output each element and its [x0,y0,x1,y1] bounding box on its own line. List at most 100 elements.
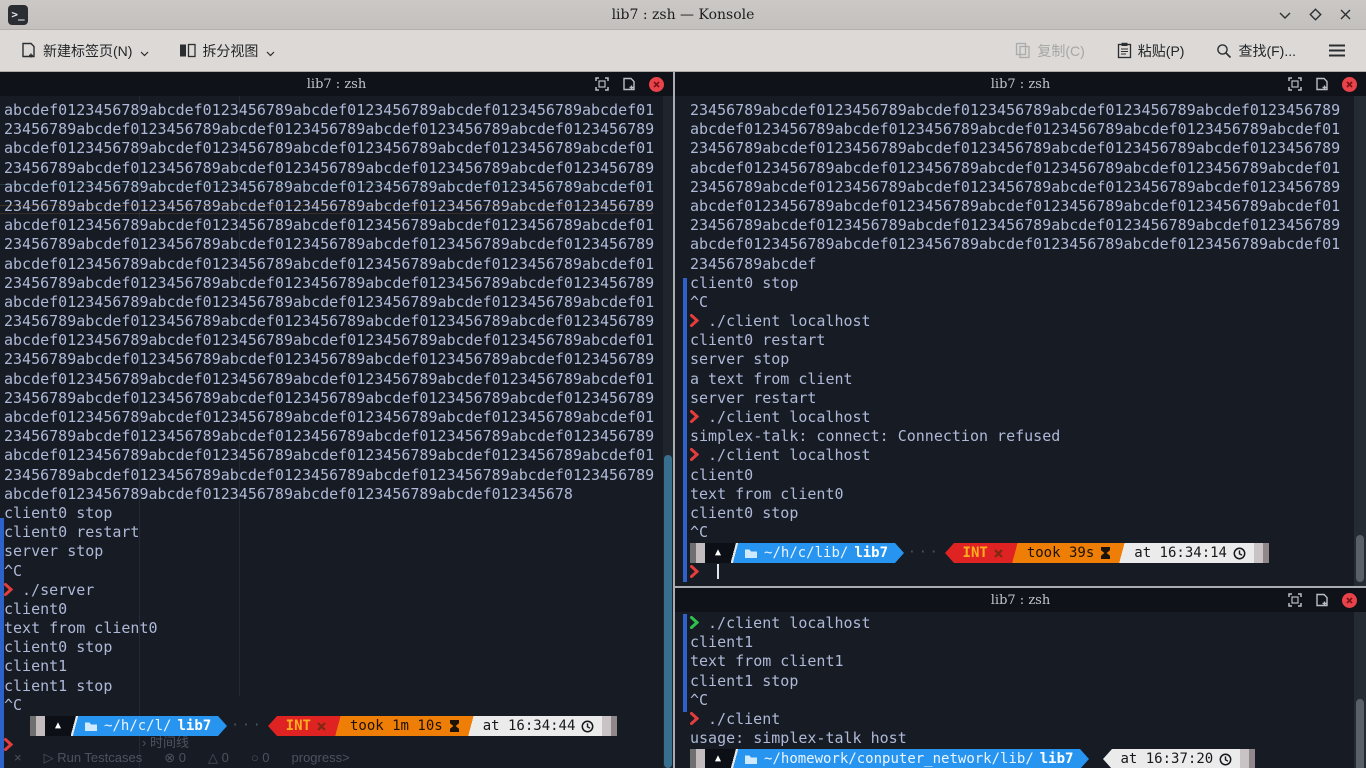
powerline-block [1249,749,1255,768]
find-button[interactable]: 查找(F)... [1208,35,1304,67]
powerline-user-indicator: ▲ [705,543,731,563]
close-button[interactable] [1336,6,1354,24]
powerline-user-indicator: ▲ [45,716,71,736]
terminal-line: 23456789abcdef0123456789abcdef0123456789… [4,274,673,293]
terminal-pane-left[interactable]: lib7 : zsh abcdef0123456789abcdef0123456… [0,72,673,768]
copy-button[interactable]: 复制(C) [1007,35,1092,67]
powerline-time-segment: at 16:34:44 [475,716,603,736]
new-tab-button[interactable]: 新建标签页(N) [12,35,157,67]
clock-icon [1233,547,1246,560]
powerline-block [602,716,611,736]
terminal-line: ./client localhost [690,446,1366,465]
terminal-line: ./client localhost [690,312,1366,331]
expand-view-icon[interactable] [1288,593,1302,607]
powerline-prompt: ▲~/homework/conputer_network/lib/lib7at … [690,749,1366,768]
folder-icon [744,548,758,559]
recent-output-indicator [683,278,687,582]
path-text: ~/h/c/lib/ [764,543,848,563]
terminal-pane-top-right[interactable]: lib7 : zsh 23456789abcdef0123456789abcde… [675,72,1366,586]
powerline-arrow-left [1103,749,1112,768]
terminal-pane-bottom-right[interactable]: lib7 : zsh ./client localhostclient1text… [675,588,1366,768]
powerline-separator [731,543,738,563]
path-text: ~/h/c/l/ [104,716,171,736]
maximize-button[interactable] [1306,6,1324,24]
terminal-line: client0 stop [4,638,673,657]
terminal-line: client0 stop [690,274,1366,293]
clock-icon [1219,753,1232,766]
terminal-line: text from client0 [690,485,1366,504]
split-view-label: 拆分视图 [202,41,258,61]
terminal-line: ^C [690,523,1366,542]
terminal-line: 23456789abcdef0123456789abcdef0123456789… [4,197,673,216]
terminal-line: abcdef0123456789abcdef0123456789abcdef01… [690,235,1366,254]
powerline-arrow-left [945,543,954,563]
expand-view-icon[interactable] [1288,77,1302,91]
job-status-text: INT [963,543,988,563]
terminal-line: ^C [4,562,673,581]
split-view-button[interactable]: 拆分视图 [171,35,283,67]
terminal-line: ^C [690,293,1366,312]
powerline-path-segment: ~/h/c/lib/lib7 [738,543,895,563]
new-tab-label: 新建标签页(N) [43,41,132,61]
powerline-separator [468,716,475,736]
prompt-arrow-icon [690,565,699,578]
powerline-separator [1012,543,1019,563]
pane-title: lib7 : zsh [307,77,366,92]
terminal-line: abcdef0123456789abcdef0123456789abcdef01… [4,331,673,350]
close-view-icon[interactable] [1342,593,1357,608]
terminal-output: 23456789abcdef0123456789abcdef0123456789… [675,96,1366,583]
scrollbar-thumb[interactable] [1356,699,1364,768]
scrollbar-thumb[interactable] [664,455,672,768]
powerline-user-indicator: ▲ [705,749,731,768]
terminal-line: abcdef0123456789abcdef0123456789abcdef01… [4,293,673,312]
terminal-line: server stop [690,350,1366,369]
terminal-line: client0 [4,600,673,619]
prompt-arrow-icon [690,448,699,461]
move-to-new-tab-icon[interactable] [1315,593,1329,607]
move-to-new-tab-icon[interactable] [1315,77,1329,91]
terminal-line: abcdef0123456789abcdef0123456789abcdef01… [690,159,1366,178]
terminal-line: abcdef0123456789abcdef0123456789abcdef01… [690,197,1366,216]
powerline-separator [335,716,342,736]
terminal-line: abcdef0123456789abcdef0123456789abcdef01… [4,216,673,235]
terminal-line: ./client [690,710,1366,729]
move-to-new-tab-icon[interactable] [622,77,636,91]
toolbar: 新建标签页(N) 拆分视图 复制(C) 粘贴(P) 查找(F)... [0,30,1366,72]
x-mark-icon [317,722,326,731]
prompt-arrow-icon [4,583,13,596]
menu-button[interactable] [1320,38,1354,63]
time-text: at 16:34:44 [483,716,576,736]
terminal-line: simplex-talk: connect: Connection refuse… [690,427,1366,446]
paste-label: 粘贴(P) [1138,41,1185,61]
scrollbar[interactable] [1354,612,1366,768]
terminal-line: abcdef0123456789abcdef0123456789abcdef01… [690,120,1366,139]
scrollbar[interactable] [663,96,673,768]
terminal-output: ./client localhostclient1text from clien… [675,612,1366,768]
recent-output-indicator [0,518,4,768]
terminal-line: abcdef0123456789abcdef0123456789abcdef01… [4,255,673,274]
terminal-line: usage: simplex-talk host [690,729,1366,748]
terminal-line: abcdef0123456789abcdef0123456789abcdef01… [4,370,673,389]
terminal-output: abcdef0123456789abcdef0123456789abcdef01… [0,96,673,755]
terminal-line: client1 stop [4,677,673,696]
prompt-arrow-icon [690,616,699,629]
terminal-line: ^C [4,696,673,715]
close-view-icon[interactable] [649,77,664,92]
minimize-button[interactable] [1276,6,1294,24]
terminal-line: 23456789abcdef0123456789abcdef0123456789… [4,427,673,446]
terminal-area: lib7 : zsh abcdef0123456789abcdef0123456… [0,72,1366,768]
close-view-icon[interactable] [1342,77,1357,92]
powerline-filler-dots: ··· [227,716,267,736]
powerline-gap [1089,749,1103,768]
expand-view-icon[interactable] [595,77,609,91]
path-basename: lib7 [1040,749,1074,768]
time-text: at 16:34:14 [1134,543,1227,563]
scrollbar-thumb[interactable] [1356,535,1364,582]
powerline-block [611,716,617,736]
terminal-line: abcdef0123456789abcdef0123456789abcdef01… [4,139,673,158]
pane-header: lib7 : zsh [0,72,673,96]
terminal-line [690,563,1366,582]
paste-button[interactable]: 粘贴(P) [1109,35,1193,67]
terminal-line: abcdef0123456789abcdef0123456789abcdef01… [4,485,673,504]
scrollbar[interactable] [1354,96,1366,586]
